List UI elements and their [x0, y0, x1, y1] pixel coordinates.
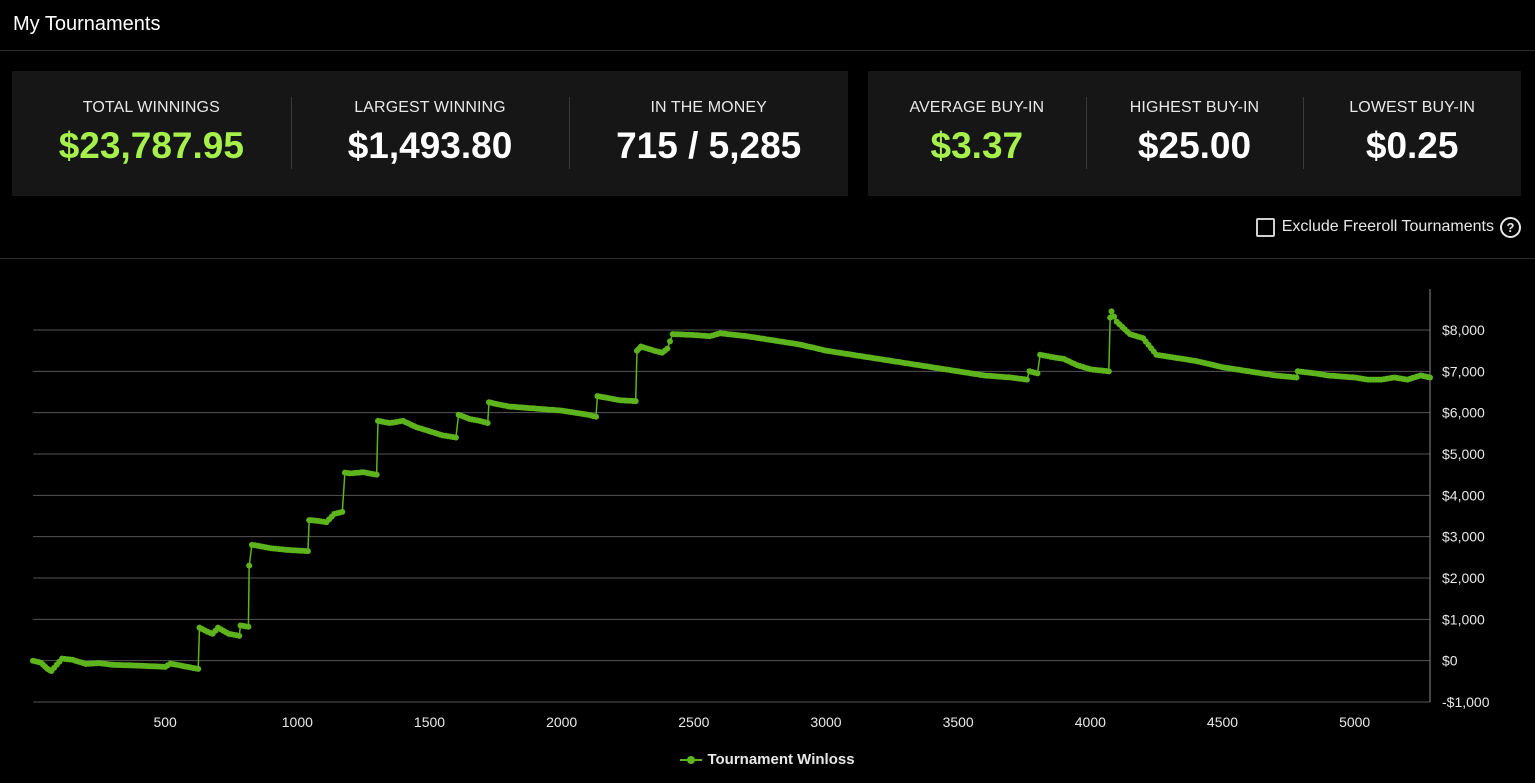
- x-tick-label: 5000: [1339, 714, 1370, 730]
- data-point: [245, 623, 252, 630]
- y-tick-label: $4,000: [1442, 487, 1485, 503]
- stat-average-buy-in: AVERAGE BUY-IN $3.37: [868, 71, 1086, 196]
- stat-label: HIGHEST BUY-IN: [1129, 99, 1260, 116]
- x-tick-label: 2500: [678, 714, 709, 730]
- stat-value: $23,787.95: [58, 125, 244, 166]
- data-point: [664, 345, 671, 352]
- data-point: [304, 548, 311, 555]
- x-tick-label: 2000: [546, 714, 577, 730]
- freeroll-filter: Exclude Freeroll Tournaments ?: [1255, 216, 1521, 238]
- y-tick-label: $5,000: [1442, 446, 1485, 462]
- stat-total-winnings: TOTAL WINNINGS $23,787.95: [12, 71, 291, 196]
- stat-label: AVERAGE BUY-IN: [909, 99, 1045, 116]
- y-tick-label: $1,000: [1442, 611, 1485, 627]
- stat-lowest-buy-in: LOWEST BUY-IN $0.25: [1303, 71, 1521, 196]
- chart-legend: Tournament Winloss: [0, 751, 1535, 768]
- y-tick-label: $7,000: [1442, 363, 1485, 379]
- x-tick-label: 3000: [810, 714, 841, 730]
- x-tick-label: 1500: [414, 714, 445, 730]
- data-point: [1023, 376, 1030, 383]
- y-tick-label: -$1,000: [1442, 694, 1490, 710]
- data-point: [484, 420, 491, 426]
- stat-highest-buy-in: HIGHEST BUY-IN $25.00: [1085, 71, 1304, 196]
- data-point: [632, 398, 639, 405]
- winnings-stats-card: TOTAL WINNINGS $23,787.95 LARGEST WINNIN…: [12, 71, 848, 196]
- stat-value: 715 / 5,285: [616, 125, 802, 166]
- stat-value: $3.37: [930, 125, 1024, 166]
- page-title: My Tournaments: [13, 13, 161, 35]
- data-point: [1034, 370, 1041, 377]
- y-tick-label: $0: [1442, 653, 1458, 669]
- x-tick-label: 1000: [282, 714, 313, 730]
- stat-largest-winning: LARGEST WINNING $1,493.80: [290, 71, 570, 196]
- data-point: [195, 665, 202, 672]
- data-point: [236, 632, 243, 639]
- exclude-freeroll-label[interactable]: Exclude Freeroll Tournaments: [1282, 218, 1494, 236]
- data-point: [1108, 308, 1115, 315]
- stat-label: LOWEST BUY-IN: [1349, 99, 1476, 116]
- data-point: [1427, 374, 1433, 381]
- legend-swatch[interactable]: [680, 754, 703, 766]
- stat-label: TOTAL WINNINGS: [82, 99, 220, 116]
- y-tick-label: $6,000: [1442, 405, 1485, 421]
- stat-value: $1,493.80: [347, 125, 513, 166]
- buy-in-stats-card: AVERAGE BUY-IN $3.37 HIGHEST BUY-IN $25.…: [868, 71, 1521, 196]
- stat-label: LARGEST WINNING: [354, 99, 506, 116]
- data-point: [452, 434, 459, 441]
- stat-value: $0.25: [1365, 125, 1459, 166]
- help-icon[interactable]: ?: [1500, 216, 1521, 238]
- data-point: [373, 471, 380, 478]
- data-point: [593, 413, 599, 420]
- x-tick-label: 500: [153, 714, 177, 730]
- x-tick-label: 4500: [1207, 714, 1238, 730]
- stat-value: $25.00: [1137, 125, 1252, 166]
- data-point: [246, 562, 253, 569]
- data-point: [1293, 374, 1300, 381]
- y-tick-label: $2,000: [1442, 570, 1485, 586]
- data-point: [339, 508, 346, 515]
- exclude-freeroll-checkbox[interactable]: [1255, 217, 1275, 237]
- x-tick-label: 3500: [943, 714, 974, 730]
- y-tick-label: $8,000: [1442, 322, 1485, 338]
- y-tick-label: $3,000: [1442, 529, 1485, 545]
- page-header: My Tournaments: [0, 0, 1535, 51]
- legend-label[interactable]: Tournament Winloss: [707, 751, 854, 768]
- winloss-chart: -$1,000 $0 $1,000 $2,000 $3,000 $4,000 $5,000 $…: [30, 289, 1490, 730]
- data-point: [667, 338, 673, 345]
- data-point: [1111, 313, 1118, 320]
- stat-in-the-money: IN THE MONEY 715 / 5,285: [569, 71, 848, 196]
- data-point: [1105, 368, 1112, 375]
- x-tick-label: 4000: [1075, 714, 1106, 730]
- stat-label: IN THE MONEY: [650, 99, 767, 116]
